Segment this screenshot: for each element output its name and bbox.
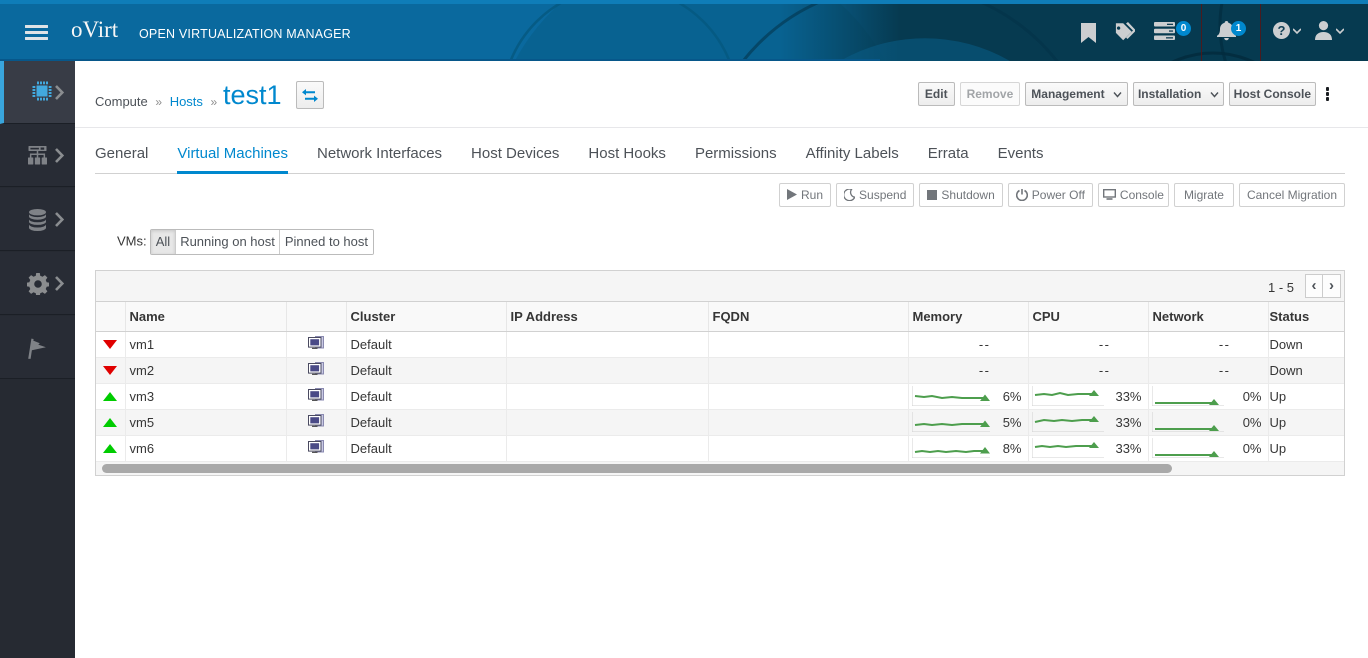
svg-text:?: ? [1278,23,1286,38]
